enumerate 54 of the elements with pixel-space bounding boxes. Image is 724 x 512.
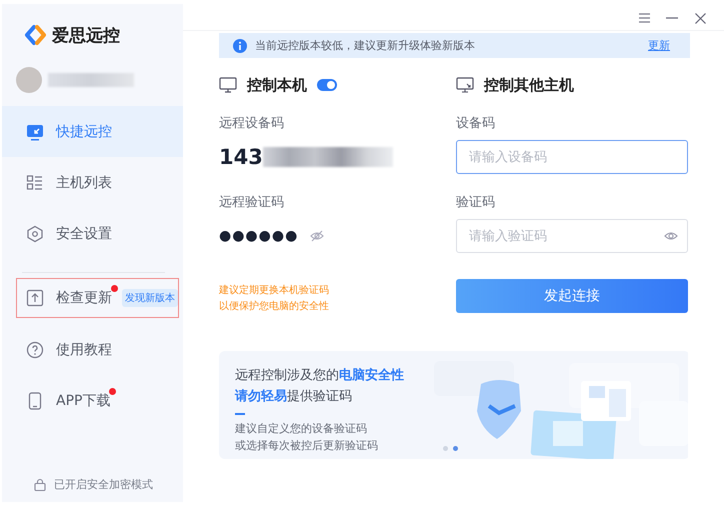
sidebar-item-label: APP下载 [56, 392, 110, 410]
field-label: 设备码 [456, 115, 496, 132]
remote-monitor-icon [456, 77, 474, 93]
verify-code-field[interactable]: 请输入验证码 [456, 219, 688, 253]
sidebar-item[interactable]: 安全设置 [2, 208, 183, 259]
security-tip: 以便保护您电脑的安全性 [219, 300, 330, 314]
carousel-dot[interactable] [443, 446, 448, 451]
section-title: 控制其他主机 [484, 76, 574, 94]
promo-description: 或选择每次被控后更新验证码 [235, 438, 378, 454]
close-icon [694, 12, 706, 24]
minimize-icon [666, 17, 678, 19]
sidebar-item-label: 检查更新 [56, 289, 112, 307]
field-label: 验证码 [456, 194, 496, 211]
sidebar-item-label: 主机列表 [56, 174, 112, 192]
carousel-dot[interactable] [453, 446, 458, 451]
promo-headline: 远程控制涉及您的电脑安全性 [235, 366, 404, 385]
sidebar-item[interactable]: 检查更新 发现新版本 [16, 278, 179, 318]
field-label: 远程验证码 [219, 194, 285, 211]
device-code: 143 [219, 145, 263, 169]
lock-icon [34, 478, 46, 491]
logo-icon [24, 24, 46, 46]
list-icon [26, 174, 44, 192]
promo-description: 建议自定义您的设备验证码 [235, 421, 367, 437]
masked-password: ●●●●●● [219, 228, 298, 244]
monitor-icon [26, 122, 44, 140]
sidebar-item-label: 快捷远控 [56, 122, 112, 140]
sidebar-item[interactable]: 快捷远控 [2, 106, 183, 157]
toggle-switch[interactable] [317, 79, 337, 91]
sidebar-item-label: 安全设置 [56, 224, 112, 242]
sidebar-item-label: 使用教程 [56, 340, 112, 358]
update-link[interactable]: 更新 [648, 38, 670, 53]
upload-icon [26, 289, 44, 307]
app-name: 爱思远控 [52, 24, 120, 46]
info-icon [233, 38, 247, 52]
eye-icon [664, 231, 678, 241]
hexagon-icon [26, 224, 44, 242]
device-code-field[interactable]: 请输入设备码 [456, 140, 688, 174]
field-label: 远程设备码 [219, 115, 285, 132]
help-icon [26, 340, 44, 358]
avatar-icon [16, 67, 42, 93]
promo-headline: 请勿轻易提供验证码 [235, 388, 352, 406]
sidebar-item[interactable]: 主机列表 [2, 157, 183, 208]
new-version-badge: 发现新版本 [122, 289, 178, 307]
security-tip: 建议定期更换本机验证码 [219, 284, 330, 298]
notice-text: 当前远控版本较低，建议更新升级体验新版本 [255, 38, 476, 53]
menu-icon [638, 13, 650, 23]
eye-off-icon [310, 230, 324, 242]
phone-icon [26, 392, 44, 410]
sidebar-item[interactable]: 使用教程 [2, 324, 183, 375]
section-title: 控制本机 [247, 76, 307, 94]
connect-button[interactable]: 发起连接 [456, 279, 688, 313]
security-mode-text: 已开启安全加密模式 [54, 477, 153, 492]
monitor-icon [219, 77, 237, 93]
sidebar-item[interactable]: APP下载 [2, 375, 183, 426]
